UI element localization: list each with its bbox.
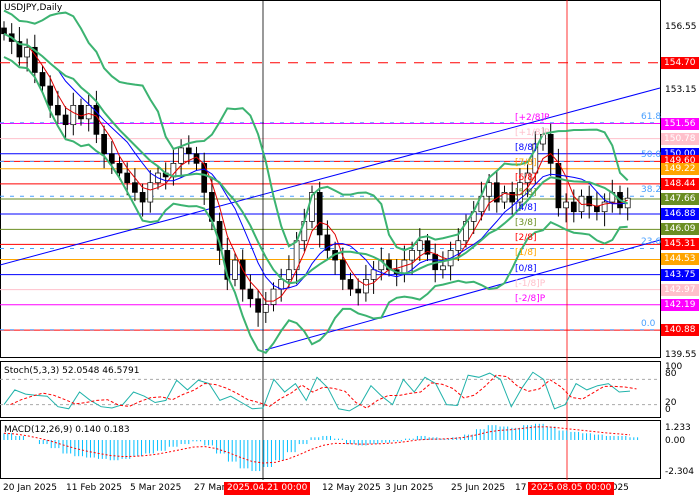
candle-body [416,240,423,251]
chart-title: USDJPY,Daily [4,3,63,13]
murrey-label: [8/8] [515,142,537,153]
murrey-label: [7/8] [515,157,537,168]
candle-body [440,265,446,271]
x-tick: 3 Jun 2025 [385,483,434,493]
candle-body [563,201,569,209]
stoch-title: Stoch(5,3,3) 52.0548 46.5791 [4,366,140,376]
price-level-tag: 146.88 [661,208,699,221]
price-level-tag: 146.09 [661,223,699,236]
candle-body [70,104,77,126]
price-level-tag: 144.53 [661,253,699,266]
candle-body [324,234,331,251]
candle-body [363,279,369,294]
candle-body [570,201,577,213]
candle-body [370,269,377,280]
candle-body [509,192,516,203]
x-tick: 27 Mar [194,483,226,493]
candle-body [178,147,184,164]
x-tick: 17 [515,483,527,493]
price-level-tag: 143.75 [661,268,699,281]
macd-tick: 1.233 [665,423,691,433]
candle-body [339,259,346,280]
candle-body [24,46,30,58]
candle-body [147,182,154,203]
x-tick: 11 Feb 2025 [66,483,123,493]
stoch-main-line [3,371,631,412]
candle-body [286,269,292,280]
murrey-label: [-2/8]P [515,293,546,304]
price-level-tag: 147.66 [661,192,699,205]
price-level-tag: 150.78 [661,132,699,145]
candle-body [247,288,254,300]
candle-body [486,182,492,197]
murrey-label: [1/8] [515,248,537,259]
murrey-label: [0/8] [515,263,537,274]
murrey-label: [2/8] [515,233,537,244]
candle-body [409,250,415,261]
fibo-label: 38.2 [641,185,662,196]
candle-body [555,163,562,209]
candle-body [347,279,354,290]
x-tick: 12 May 2025 [322,483,381,493]
candle-body [262,304,269,313]
murrey-label: [-1/8]P [515,278,546,289]
candle-body [47,85,54,106]
price-level-tag: 142.19 [661,298,699,311]
candle-body [108,153,115,164]
stoch-signal-line [10,374,637,409]
candle-body [1,27,7,35]
fibo-label: 0.0 [641,318,656,329]
fibo-label: 50.0 [641,150,662,161]
price-level-tag: 140.88 [661,324,699,337]
price-level-tag: 148.44 [661,177,699,190]
candle-body [132,182,138,193]
candle-body [139,192,146,203]
y-tick: 153.15 [665,85,697,95]
y-tick: 139.55 [665,350,697,360]
candle-body [39,72,46,87]
price-level-tag: 142.97 [661,283,699,296]
macd-tick: -2.304 [665,467,695,477]
price-level-tag: 151.56 [661,117,699,130]
candle-body [316,192,323,236]
stoch-tick: 0 [665,405,671,415]
murrey-label: [6/8] [515,172,537,183]
y-tick: 156.55 [665,22,697,32]
murrey-label: [+1/8]P [515,127,550,138]
fibo-label: 61.8 [641,111,662,122]
price-level-tag: 145.31 [661,238,699,251]
candle-body [185,147,192,155]
candle-body [455,240,462,251]
murrey-label: [5/8] [515,187,537,198]
macd-tick: 0.00 [665,436,686,446]
candle-body [239,259,246,290]
x-tick: 25 Jun 2025 [451,483,506,493]
candle-body [101,134,107,155]
x-tick: 5 Mar 2025 [130,483,182,493]
candle-body [55,104,61,116]
macd-title: MACD(12,26,9) 0.140 0.183 [4,425,130,435]
trend-channel-lower [264,239,661,351]
price-level-tag: 149.22 [661,162,699,175]
x-tick: 20 Jan 2025 [3,483,57,493]
candle-body [255,298,261,313]
cursor-date-label: 2025.08.05 00:00 [528,482,615,495]
stoch-tick: 80 [665,369,677,379]
murrey-label: [4/8] [515,203,537,214]
fibo-label: 23.6 [641,237,662,248]
candle-body [232,259,238,280]
murrey-label: [3/8] [515,218,537,229]
candle-body [278,279,285,290]
candle-body [116,163,123,174]
candle-body [355,288,362,294]
price-level-tag: 154.70 [661,56,699,69]
candle-body [124,172,131,184]
candle-body [85,104,92,120]
candle-body [547,134,554,164]
murrey-label: [+2/8]P [515,112,550,123]
cursor-date-label: 2025.04.21 00:00 [224,482,311,495]
candle-body [62,114,69,126]
candle-body [270,288,277,305]
candle-body [78,104,84,120]
